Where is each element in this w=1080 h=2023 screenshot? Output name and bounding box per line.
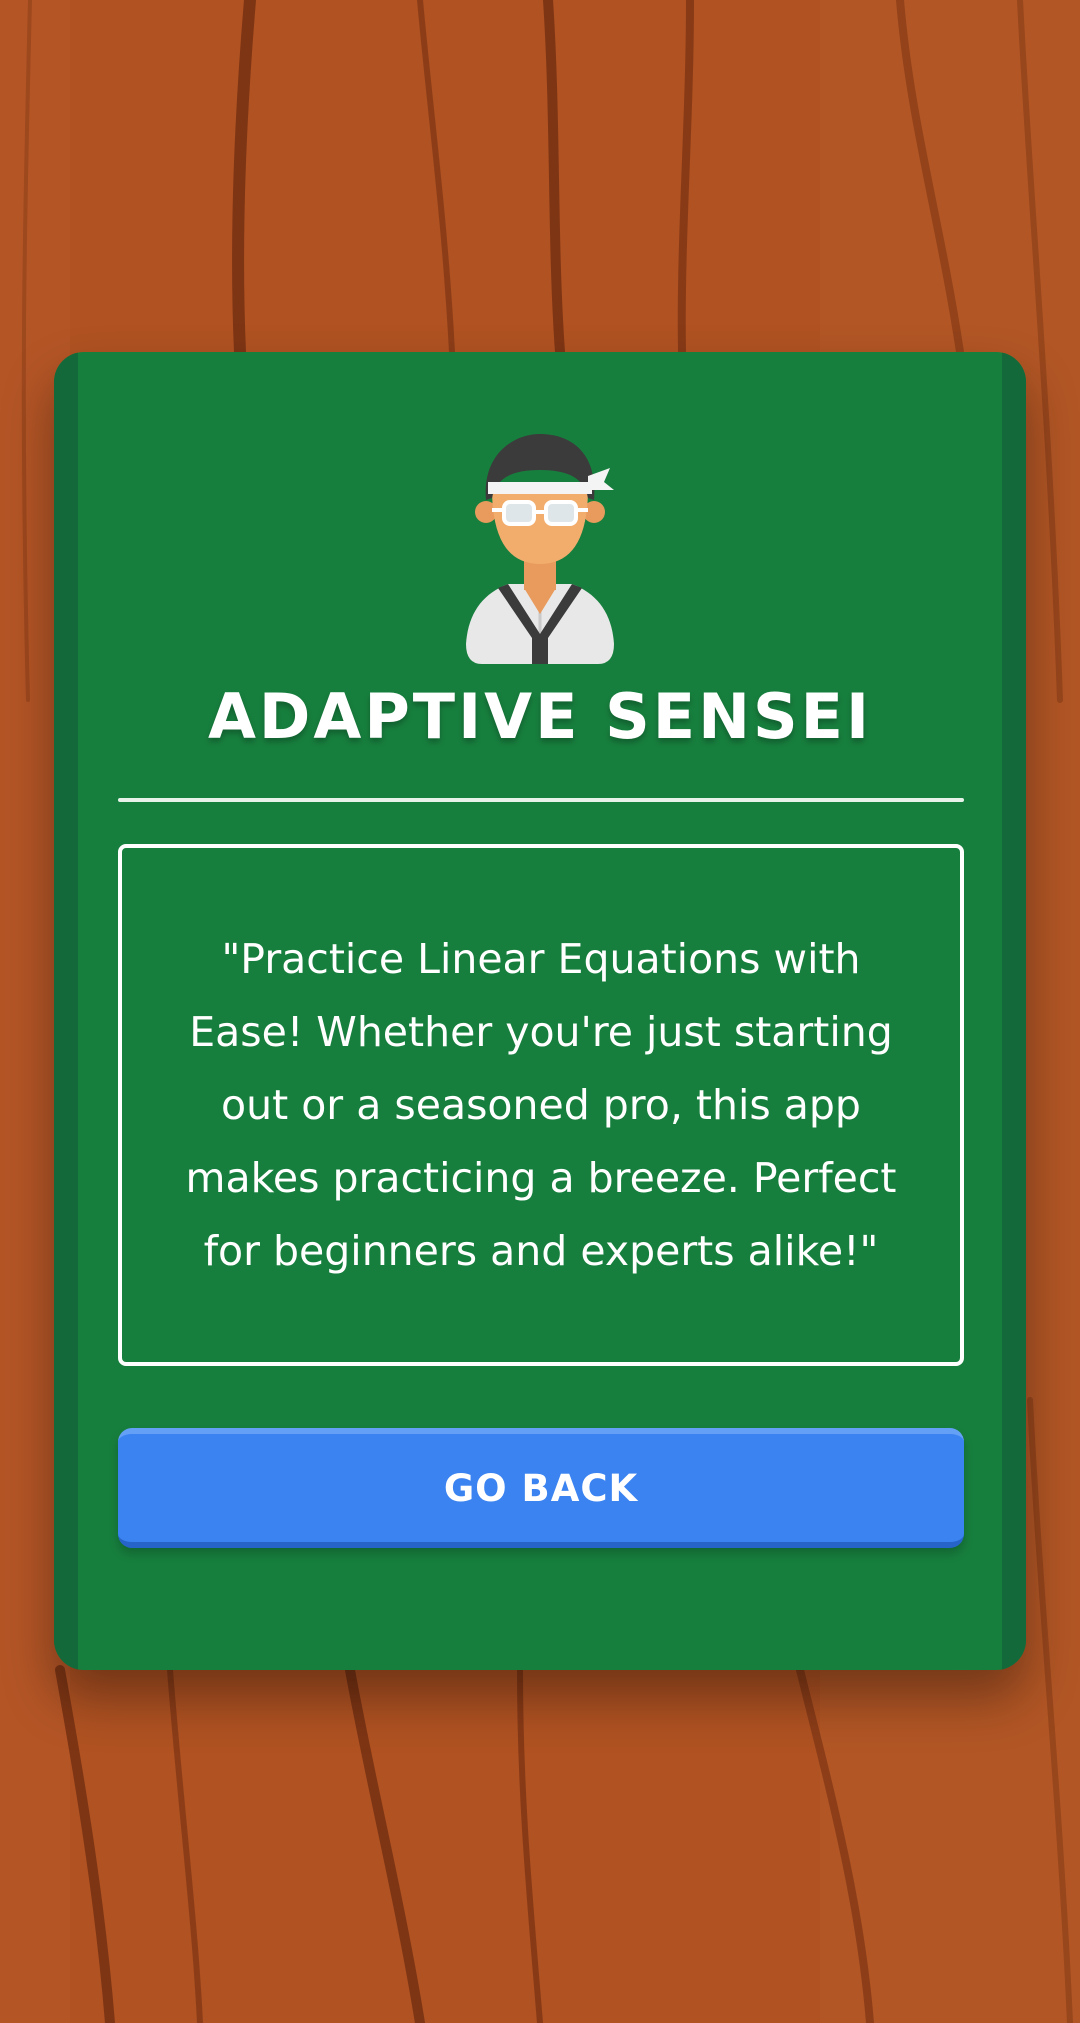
go-back-button[interactable]: GO BACK — [118, 1428, 964, 1548]
card-title: ADAPTIVE SENSEI — [207, 680, 873, 753]
description-box: "Practice Linear Equations with Ease! Wh… — [118, 844, 964, 1366]
go-back-label: GO BACK — [443, 1466, 639, 1510]
title-divider — [118, 798, 964, 802]
description-text: "Practice Linear Equations with Ease! Wh… — [185, 934, 897, 1275]
sensei-info-card: ADAPTIVE SENSEI "Practice Linear Equatio… — [54, 352, 1026, 1670]
sensei-avatar-icon — [466, 434, 614, 664]
